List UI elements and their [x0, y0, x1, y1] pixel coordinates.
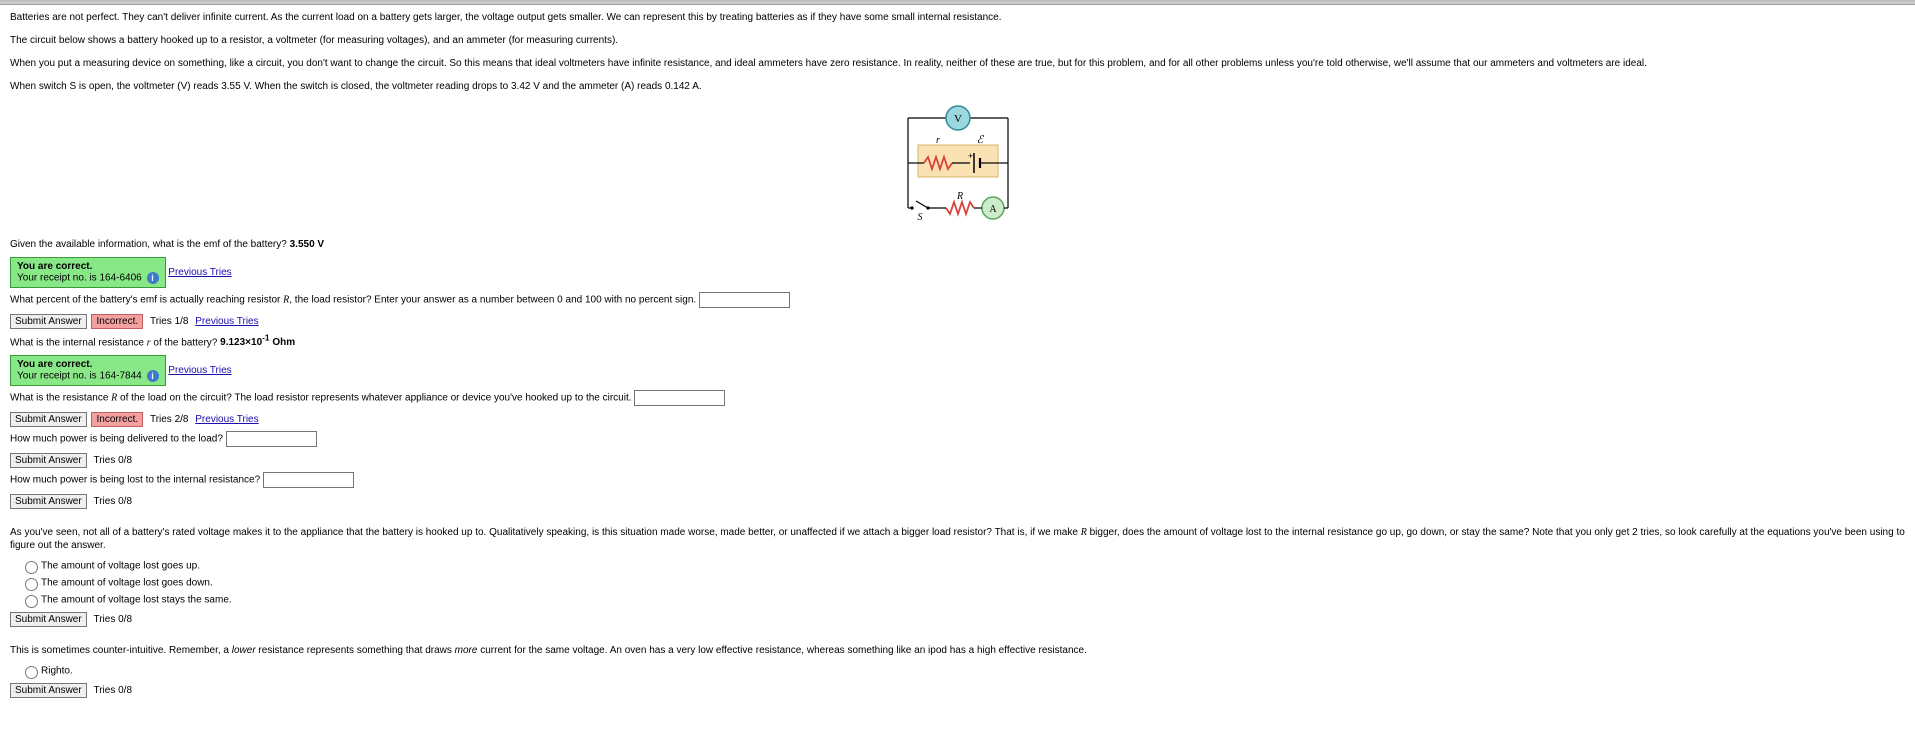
q4-submit-button[interactable]: Submit Answer [10, 412, 87, 427]
q8-prompt-c: current for the same voltage. An oven ha… [477, 645, 1086, 656]
q8-tries: Tries 0/8 [93, 685, 132, 696]
r-label: r [936, 135, 940, 146]
q2-prompt-a: What percent of the battery's emf is act… [10, 295, 283, 306]
q1-correct-box: You are correct. Your receipt no. is 164… [10, 257, 166, 288]
voltmeter-label: V [954, 113, 962, 125]
q2-prompt: What percent of the battery's emf is act… [10, 292, 1905, 308]
q5-prompt: How much power is being delivered to the… [10, 434, 223, 445]
q2-tries: Tries 1/8 [150, 316, 189, 327]
q3-prompt: What is the internal resistance r of the… [10, 333, 1905, 349]
q8-option-1-radio[interactable] [25, 666, 38, 679]
q4-prompt: What is the resistance R of the load on … [10, 390, 1905, 406]
q1-previous-tries-link[interactable]: Previous Tries [168, 267, 231, 278]
q1-prompt-text: Given the available information, what is… [10, 239, 290, 250]
q8-option-1-label: Righto. [41, 666, 73, 677]
q1-prompt: Given the available information, what is… [10, 238, 1905, 251]
q5-tries: Tries 0/8 [93, 455, 132, 466]
q3-prompt-a: What is the internal resistance [10, 337, 147, 348]
q2-submit-button[interactable]: Submit Answer [10, 314, 87, 329]
load-resistor [946, 202, 974, 214]
q4-prompt-a: What is the resistance [10, 393, 111, 404]
q1-correct-line1: You are correct. [17, 261, 92, 272]
q8-prompt-b: resistance represents something that dra… [256, 645, 455, 656]
q8-prompt: This is sometimes counter-intuitive. Rem… [10, 644, 1905, 657]
q5-prompt-row: How much power is being delivered to the… [10, 431, 1905, 447]
q5-submit-button[interactable]: Submit Answer [10, 453, 87, 468]
q3-correct-line1: You are correct. [17, 359, 92, 370]
q2-incorrect-box: Incorrect. [91, 314, 143, 329]
q2-answer-input[interactable] [699, 292, 790, 308]
q7-submit-button[interactable]: Submit Answer [10, 612, 87, 627]
q3-correct-line2: Your receipt no. is 164-7844 [17, 371, 142, 382]
q7-option-2-radio[interactable] [25, 578, 38, 591]
q6-prompt: How much power is being lost to the inte… [10, 475, 260, 486]
info-icon[interactable]: i [147, 370, 159, 382]
R-label: R [955, 191, 962, 202]
q2-previous-tries-link[interactable]: Previous Tries [195, 316, 258, 327]
q8-prompt-a: This is sometimes counter-intuitive. Rem… [10, 645, 232, 656]
q7-option-1-radio[interactable] [25, 561, 38, 574]
q3-answer-unit: Ohm [270, 337, 296, 348]
q7-prompt: As you've seen, not all of a battery's r… [10, 526, 1905, 552]
q8-italic-2: more [455, 645, 478, 656]
switch-label: S [917, 212, 922, 223]
q6-prompt-row: How much power is being lost to the inte… [10, 472, 1905, 488]
ammeter-label: A [989, 204, 997, 215]
q3-answer: 9.123×10-1 Ohm [220, 337, 295, 348]
q7-option-3-radio[interactable] [25, 595, 38, 608]
q4-prompt-b: of the load on the circuit? The load res… [117, 393, 631, 404]
circuit-svg: V r + ℰ A [898, 103, 1018, 233]
info-icon[interactable]: i [147, 272, 159, 284]
q1-correct-line2: Your receipt no. is 164-6406 [17, 273, 142, 284]
q3-answer-exp: -1 [262, 333, 269, 343]
q6-submit-button[interactable]: Submit Answer [10, 494, 87, 509]
intro-paragraph-4: When switch S is open, the voltmeter (V)… [10, 80, 1905, 93]
q6-answer-input[interactable] [263, 472, 354, 488]
q8-italic-1: lower [232, 645, 256, 656]
emf-label: ℰ [976, 134, 984, 146]
intro-paragraph-2: The circuit below shows a battery hooked… [10, 34, 1905, 47]
q4-previous-tries-link[interactable]: Previous Tries [195, 414, 258, 425]
battery-plus: + [968, 151, 973, 161]
intro-paragraph-1: Batteries are not perfect. They can't de… [10, 11, 1905, 24]
q7-option-3-label: The amount of voltage lost stays the sam… [41, 595, 232, 606]
circuit-diagram: V r + ℰ A [10, 103, 1905, 236]
q6-tries: Tries 0/8 [93, 496, 132, 507]
q4-incorrect-box: Incorrect. [91, 412, 143, 427]
q7-option-1-label: The amount of voltage lost goes up. [41, 561, 200, 572]
q7-tries: Tries 0/8 [93, 614, 132, 625]
intro-paragraph-3: When you put a measuring device on somet… [10, 57, 1905, 70]
page-content: Batteries are not perfect. They can't de… [0, 5, 1915, 722]
q2-prompt-b: , the load resistor? Enter your answer a… [289, 295, 696, 306]
q3-previous-tries-link[interactable]: Previous Tries [168, 365, 231, 376]
q3-correct-box: You are correct. Your receipt no. is 164… [10, 355, 166, 386]
q1-answer: 3.550 V [290, 239, 324, 250]
q3-prompt-b: of the battery? [151, 337, 221, 348]
q3-answer-base: 9.123×10 [220, 337, 262, 348]
q7-option-2-label: The amount of voltage lost goes down. [41, 578, 213, 589]
q5-answer-input[interactable] [226, 431, 317, 447]
q4-tries: Tries 2/8 [150, 414, 189, 425]
q7-prompt-a: As you've seen, not all of a battery's r… [10, 527, 1081, 538]
q4-answer-input[interactable] [634, 390, 725, 406]
q8-submit-button[interactable]: Submit Answer [10, 683, 87, 698]
